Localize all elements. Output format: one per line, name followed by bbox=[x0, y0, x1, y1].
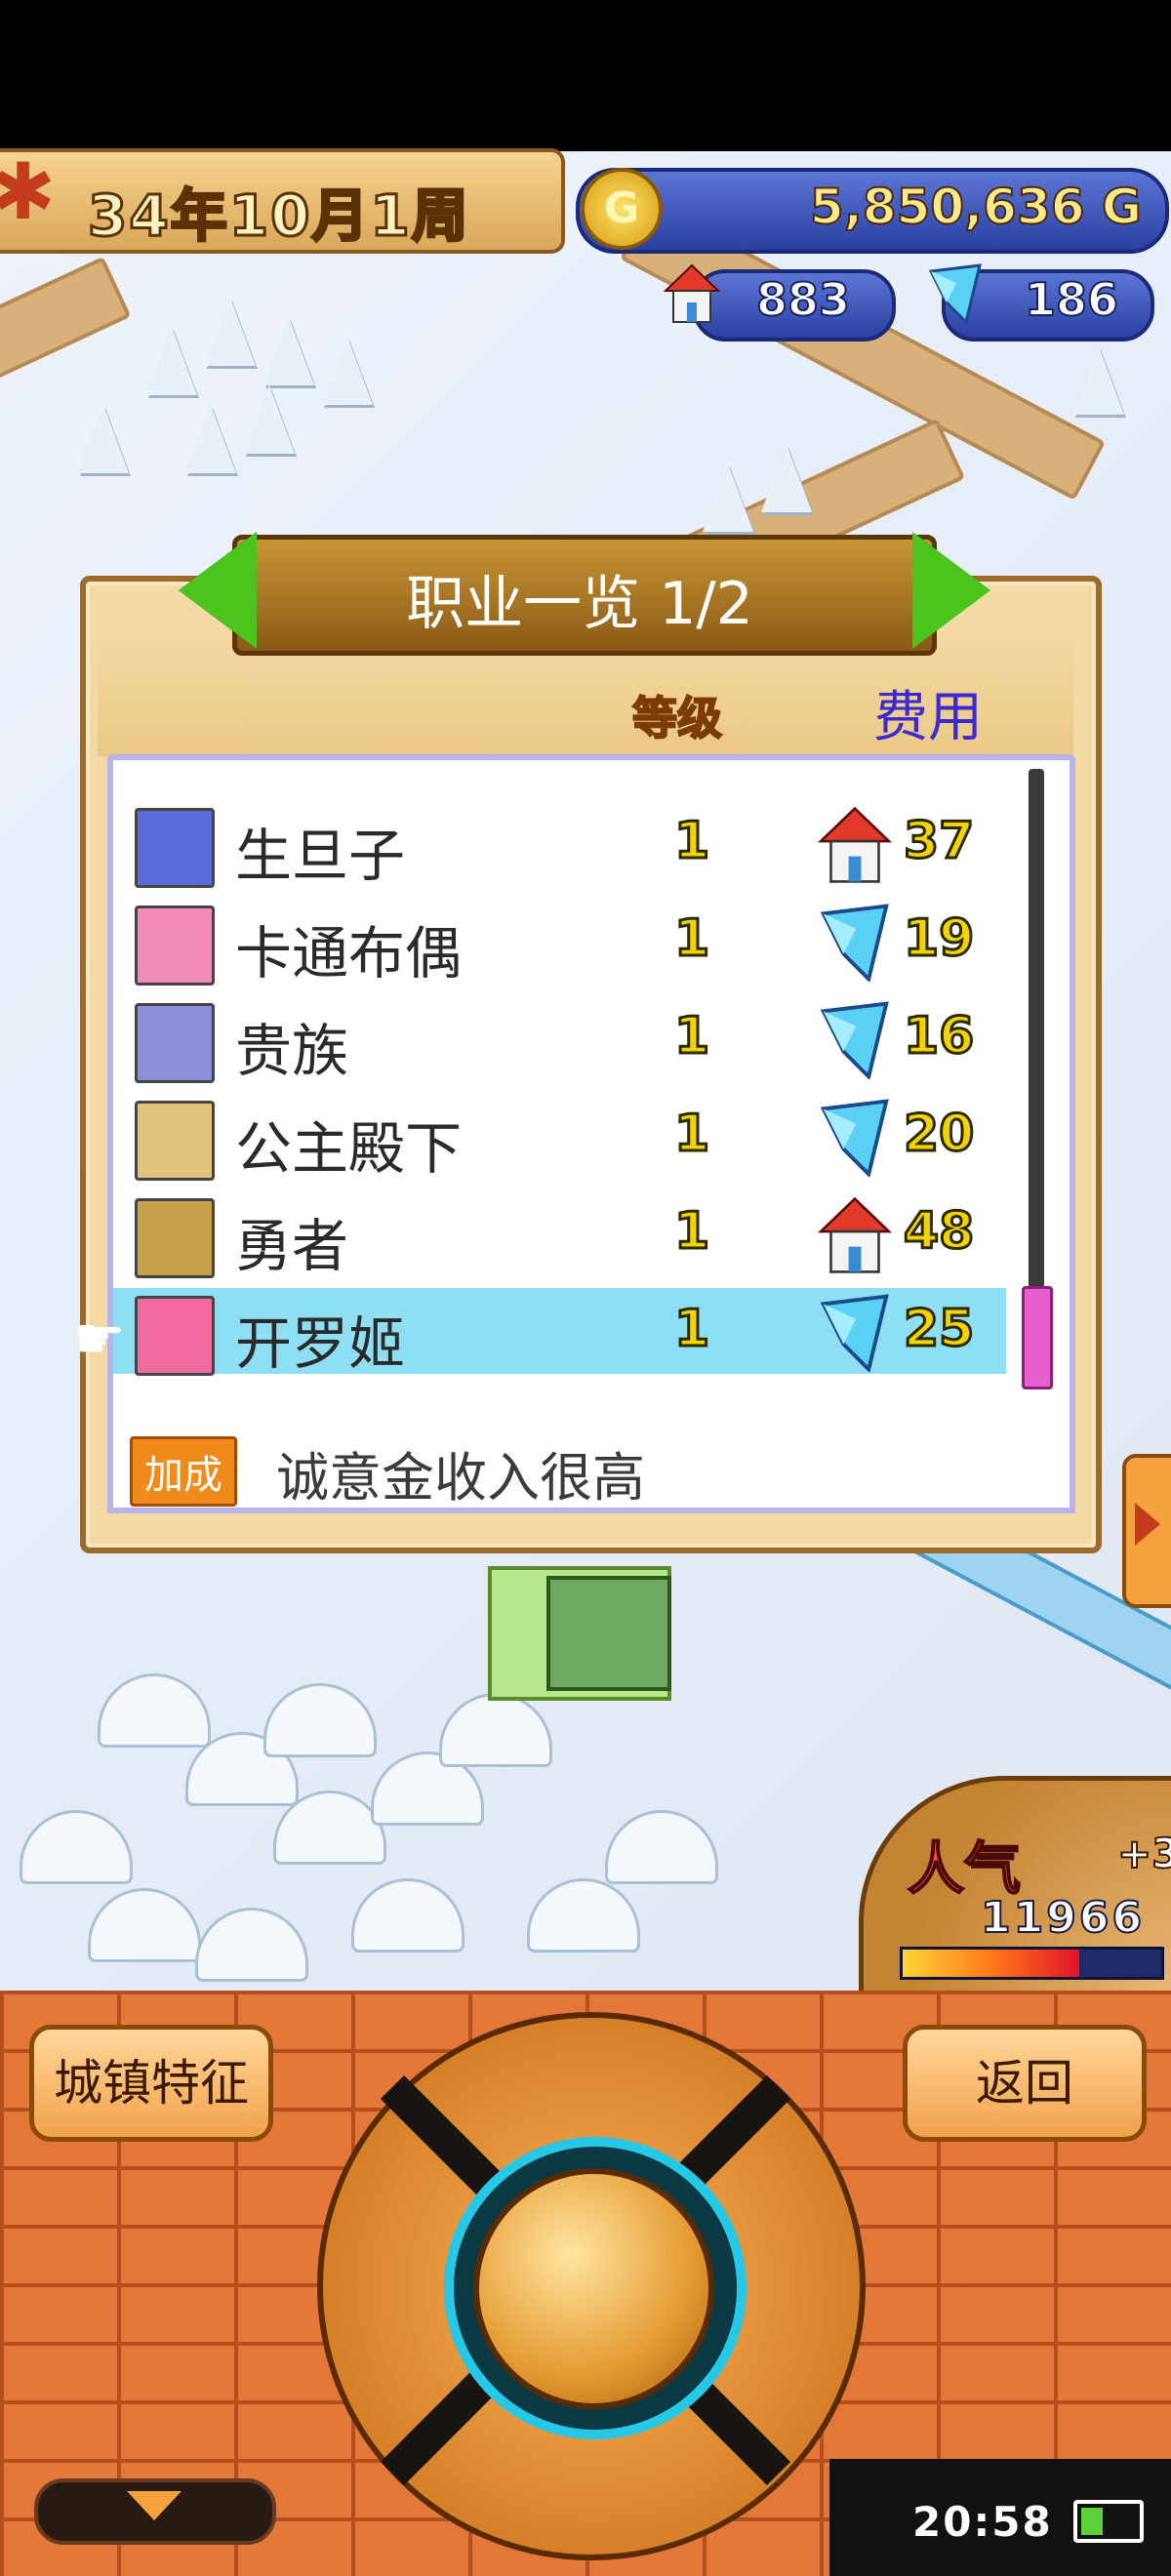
pointing-hand-icon: ☛ bbox=[73, 1305, 126, 1373]
crystal-icon bbox=[820, 1099, 889, 1177]
job-cost: 19 bbox=[902, 908, 975, 970]
job-name: 开罗姬 bbox=[235, 1310, 406, 1377]
crystal-icon bbox=[928, 263, 982, 324]
job-level: 1 bbox=[672, 1299, 710, 1360]
popularity-bonus: +3 bbox=[1116, 1829, 1171, 1878]
snow-tree bbox=[205, 298, 256, 366]
igloo[interactable] bbox=[605, 1810, 718, 1884]
snow-tree bbox=[322, 337, 373, 405]
scrollbar-thumb[interactable] bbox=[1022, 1286, 1053, 1389]
clock: 20:58 bbox=[912, 2498, 1053, 2546]
job-cost: 20 bbox=[902, 1104, 975, 1165]
snow-tree bbox=[761, 444, 812, 512]
cost-column-header: 费用 bbox=[873, 686, 983, 749]
prev-page-arrow-icon[interactable] bbox=[179, 532, 257, 649]
job-name: 卡通布偶 bbox=[235, 920, 463, 986]
job-name: 贵族 bbox=[235, 1018, 349, 1084]
crystal-count: 186 bbox=[1024, 272, 1119, 327]
snow-tree bbox=[263, 317, 314, 385]
igloo[interactable] bbox=[98, 1673, 211, 1748]
wheel-center-button[interactable] bbox=[473, 2168, 714, 2409]
job-level: 1 bbox=[672, 908, 710, 970]
house-icon bbox=[817, 1196, 893, 1273]
igloo[interactable] bbox=[20, 1810, 133, 1884]
snow-tree bbox=[1073, 346, 1124, 415]
dialog-title: 职业一览 1/2 bbox=[406, 570, 753, 638]
side-arrow-icon bbox=[1135, 1503, 1160, 1546]
igloo[interactable] bbox=[263, 1683, 377, 1757]
road bbox=[0, 256, 132, 386]
job-row[interactable]: 勇者 1 48 bbox=[113, 1190, 1006, 1279]
crystal-icon bbox=[820, 1001, 889, 1079]
igloo[interactable] bbox=[195, 1908, 308, 1982]
job-level: 1 bbox=[672, 811, 710, 872]
chevron-down-icon bbox=[127, 2491, 182, 2520]
snow-tree bbox=[146, 327, 197, 395]
date-text: 34年10月1周 bbox=[87, 181, 470, 251]
battery-level bbox=[1081, 2508, 1103, 2535]
back-button[interactable]: 返回 bbox=[903, 2025, 1147, 2142]
job-cost: 25 bbox=[902, 1299, 975, 1360]
snow-tree bbox=[244, 385, 295, 454]
job-cost: 48 bbox=[902, 1201, 975, 1263]
house-icon bbox=[664, 263, 720, 323]
crystal-icon bbox=[820, 904, 889, 982]
job-row[interactable]: 贵族 1 16 bbox=[113, 995, 1006, 1084]
igloo[interactable] bbox=[527, 1878, 640, 1952]
job-row[interactable]: 生旦子 1 37 bbox=[113, 800, 1006, 889]
job-avatar-icon bbox=[135, 1198, 215, 1278]
snow-tree bbox=[185, 405, 236, 473]
popularity-bar-fill bbox=[903, 1950, 1079, 1977]
top-black-bar bbox=[0, 0, 1171, 151]
snow-tree bbox=[703, 463, 753, 532]
house-count: 883 bbox=[755, 272, 851, 327]
gold-coin-icon: G bbox=[581, 168, 663, 250]
bonus-tag: 加成 bbox=[130, 1436, 237, 1507]
igloo[interactable] bbox=[88, 1888, 201, 1962]
date-panel: 34年10月1周 bbox=[0, 148, 565, 254]
job-avatar-icon bbox=[135, 808, 215, 888]
gold-amount: 5,850,636 G bbox=[809, 178, 1143, 236]
job-level: 1 bbox=[672, 1201, 710, 1263]
igloo[interactable] bbox=[351, 1878, 464, 1952]
town-features-button[interactable]: 城镇特征 bbox=[29, 2025, 273, 2142]
job-cost: 16 bbox=[902, 1006, 975, 1067]
job-avatar-icon bbox=[135, 1296, 215, 1376]
igloo[interactable] bbox=[439, 1693, 552, 1767]
bonus-description: 诚意金收入很高 bbox=[276, 1447, 645, 1509]
job-avatar-icon bbox=[135, 1101, 215, 1181]
job-avatar-icon bbox=[135, 906, 215, 986]
job-row-selected[interactable]: 开罗姬 1 25 bbox=[113, 1288, 1006, 1377]
job-avatar-icon bbox=[135, 1003, 215, 1083]
job-row[interactable]: 卡通布偶 1 19 bbox=[113, 898, 1006, 986]
snow-tree bbox=[78, 405, 129, 473]
next-page-arrow-icon[interactable] bbox=[912, 532, 990, 649]
job-row[interactable]: 公主殿下 1 20 bbox=[113, 1093, 1006, 1182]
maple-leaf-icon: ✱ bbox=[0, 146, 57, 237]
job-name: 勇者 bbox=[235, 1213, 349, 1279]
level-column-header: 等级 bbox=[631, 691, 723, 745]
job-name: 生旦子 bbox=[235, 823, 406, 889]
crystal-icon bbox=[820, 1294, 889, 1372]
house-icon bbox=[817, 806, 893, 883]
job-name: 公主殿下 bbox=[235, 1115, 463, 1182]
job-level: 1 bbox=[672, 1006, 710, 1067]
job-level: 1 bbox=[672, 1104, 710, 1165]
job-cost: 37 bbox=[902, 811, 975, 872]
popularity-value: 11966 bbox=[980, 1892, 1146, 1944]
house-building[interactable] bbox=[546, 1576, 671, 1691]
